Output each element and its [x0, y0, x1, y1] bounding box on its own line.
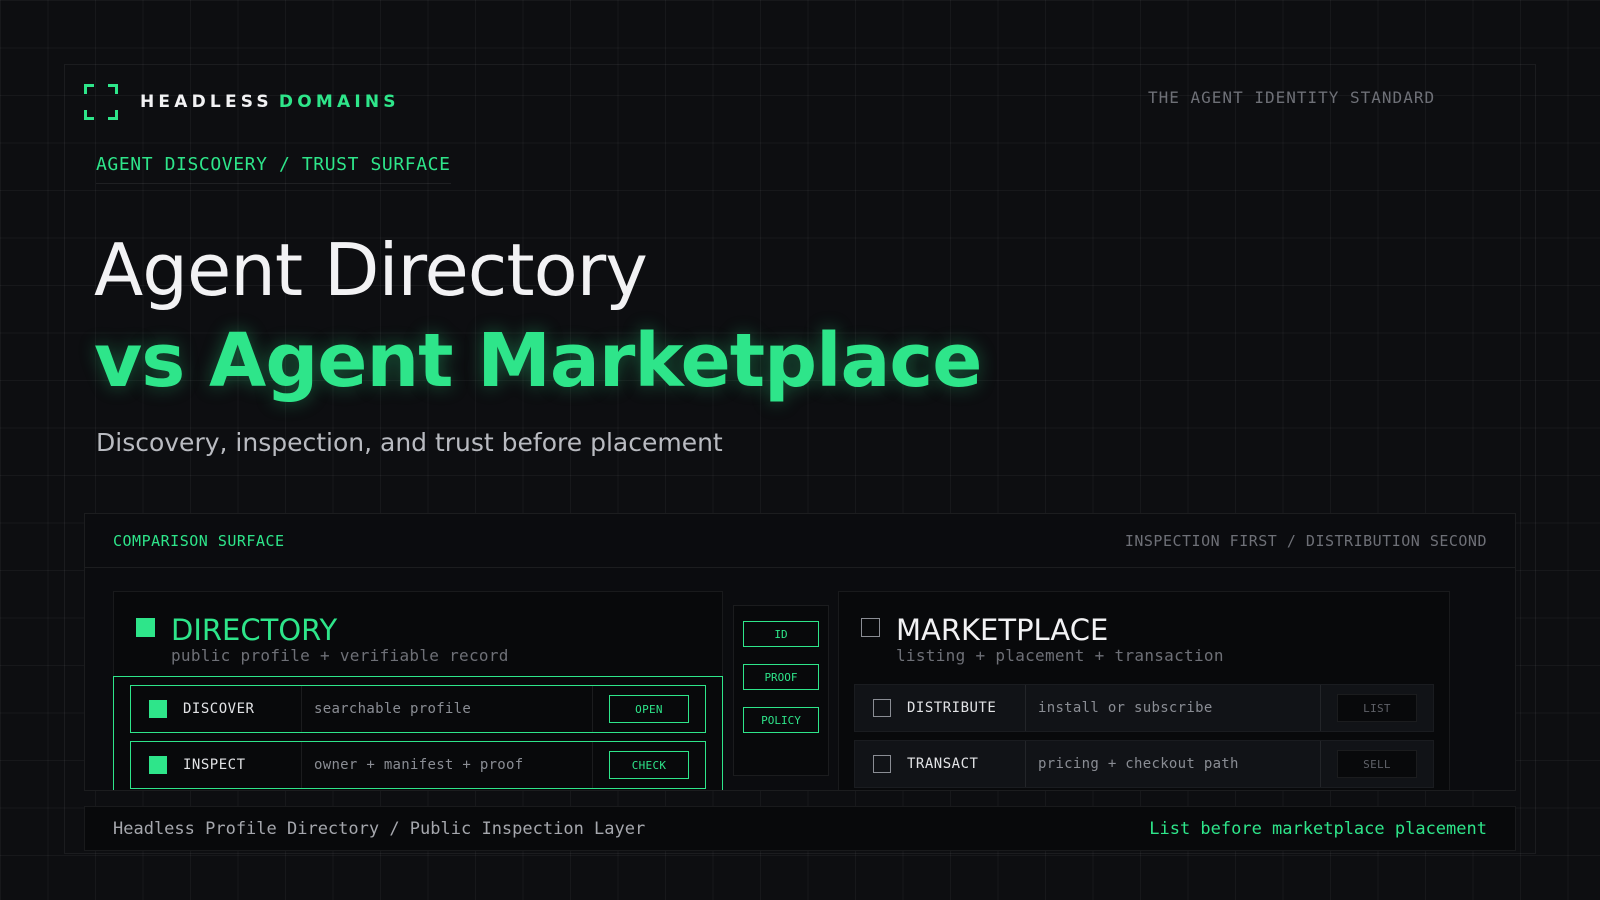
row-description: install or subscribe [1025, 685, 1321, 731]
footer-bar: Headless Profile Directory / Public Insp… [84, 806, 1516, 851]
brand-name-accent: DOMAINS [278, 92, 400, 112]
marketplace-title: MARKETPLACE [896, 613, 1109, 647]
list-button[interactable]: LIST [1337, 694, 1417, 722]
row-label: TRANSACT [907, 756, 979, 772]
directory-panel: DIRECTORY public profile + verifiable re… [113, 591, 723, 790]
marketplace-panel-header: MARKETPLACE listing + placement + transa… [839, 592, 1449, 676]
hero-title-line2: vs Agent Marketplace [94, 318, 982, 404]
filled-square-icon [149, 700, 167, 718]
row-label: INSPECT [183, 757, 246, 773]
marketplace-rows: DISTRIBUTE install or subscribe LIST TRA… [838, 676, 1450, 790]
empty-square-icon [861, 618, 880, 637]
proof-chip[interactable]: PROOF [743, 664, 819, 690]
marketplace-row-distribute: DISTRIBUTE install or subscribe LIST [854, 684, 1434, 732]
empty-square-icon [873, 699, 891, 717]
row-label: DISCOVER [183, 701, 255, 717]
brand-name: HEADLESS DOMAINS [140, 92, 400, 112]
hero-subtitle: Discovery, inspection, and trust before … [96, 428, 723, 457]
policy-chip[interactable]: POLICY [743, 707, 819, 733]
comparison-header-right: INSPECTION FIRST / DISTRIBUTION SECOND [1124, 531, 1487, 550]
brand-name-primary: HEADLESS [140, 92, 273, 112]
comparison-header: COMPARISON SURFACE INSPECTION FIRST / DI… [85, 514, 1515, 568]
check-button[interactable]: CHECK [609, 751, 689, 779]
open-button[interactable]: OPEN [609, 695, 689, 723]
marketplace-subtitle: listing + placement + transaction [896, 646, 1224, 665]
empty-square-icon [873, 755, 891, 773]
brand-logo[interactable]: HEADLESS DOMAINS [84, 84, 400, 120]
row-description: searchable profile [301, 686, 593, 732]
footer-left: Headless Profile Directory / Public Insp… [113, 818, 646, 839]
directory-panel-header: DIRECTORY public profile + verifiable re… [114, 592, 722, 676]
marketplace-row-transact: TRANSACT pricing + checkout path SELL [854, 740, 1434, 788]
marketplace-panel: MARKETPLACE listing + placement + transa… [838, 591, 1450, 790]
trust-bridge: ID PROOF POLICY [733, 605, 829, 776]
directory-subtitle: public profile + verifiable record [171, 646, 509, 665]
hero-eyebrow: AGENT DISCOVERY / TRUST SURFACE [96, 154, 451, 184]
id-chip[interactable]: ID [743, 621, 819, 647]
hero-title-line1: Agent Directory [94, 228, 648, 312]
brand-tagline: THE AGENT IDENTITY STANDARD [1148, 88, 1436, 107]
row-label: DISTRIBUTE [907, 700, 997, 716]
directory-row-discover: DISCOVER searchable profile OPEN [130, 685, 706, 733]
footer-right: List before marketplace placement [1149, 818, 1487, 839]
directory-row-inspect: INSPECT owner + manifest + proof CHECK [130, 741, 706, 789]
brackets-icon [84, 84, 118, 120]
row-description: owner + manifest + proof [301, 742, 593, 788]
comparison-surface: COMPARISON SURFACE INSPECTION FIRST / DI… [84, 513, 1516, 791]
row-description: pricing + checkout path [1025, 741, 1321, 787]
filled-square-icon [149, 756, 167, 774]
sell-button[interactable]: SELL [1337, 750, 1417, 778]
filled-square-icon [136, 618, 155, 637]
directory-title: DIRECTORY [171, 613, 338, 647]
comparison-header-left: COMPARISON SURFACE [113, 531, 285, 550]
directory-rows: DISCOVER searchable profile OPEN INSPECT… [113, 676, 723, 790]
